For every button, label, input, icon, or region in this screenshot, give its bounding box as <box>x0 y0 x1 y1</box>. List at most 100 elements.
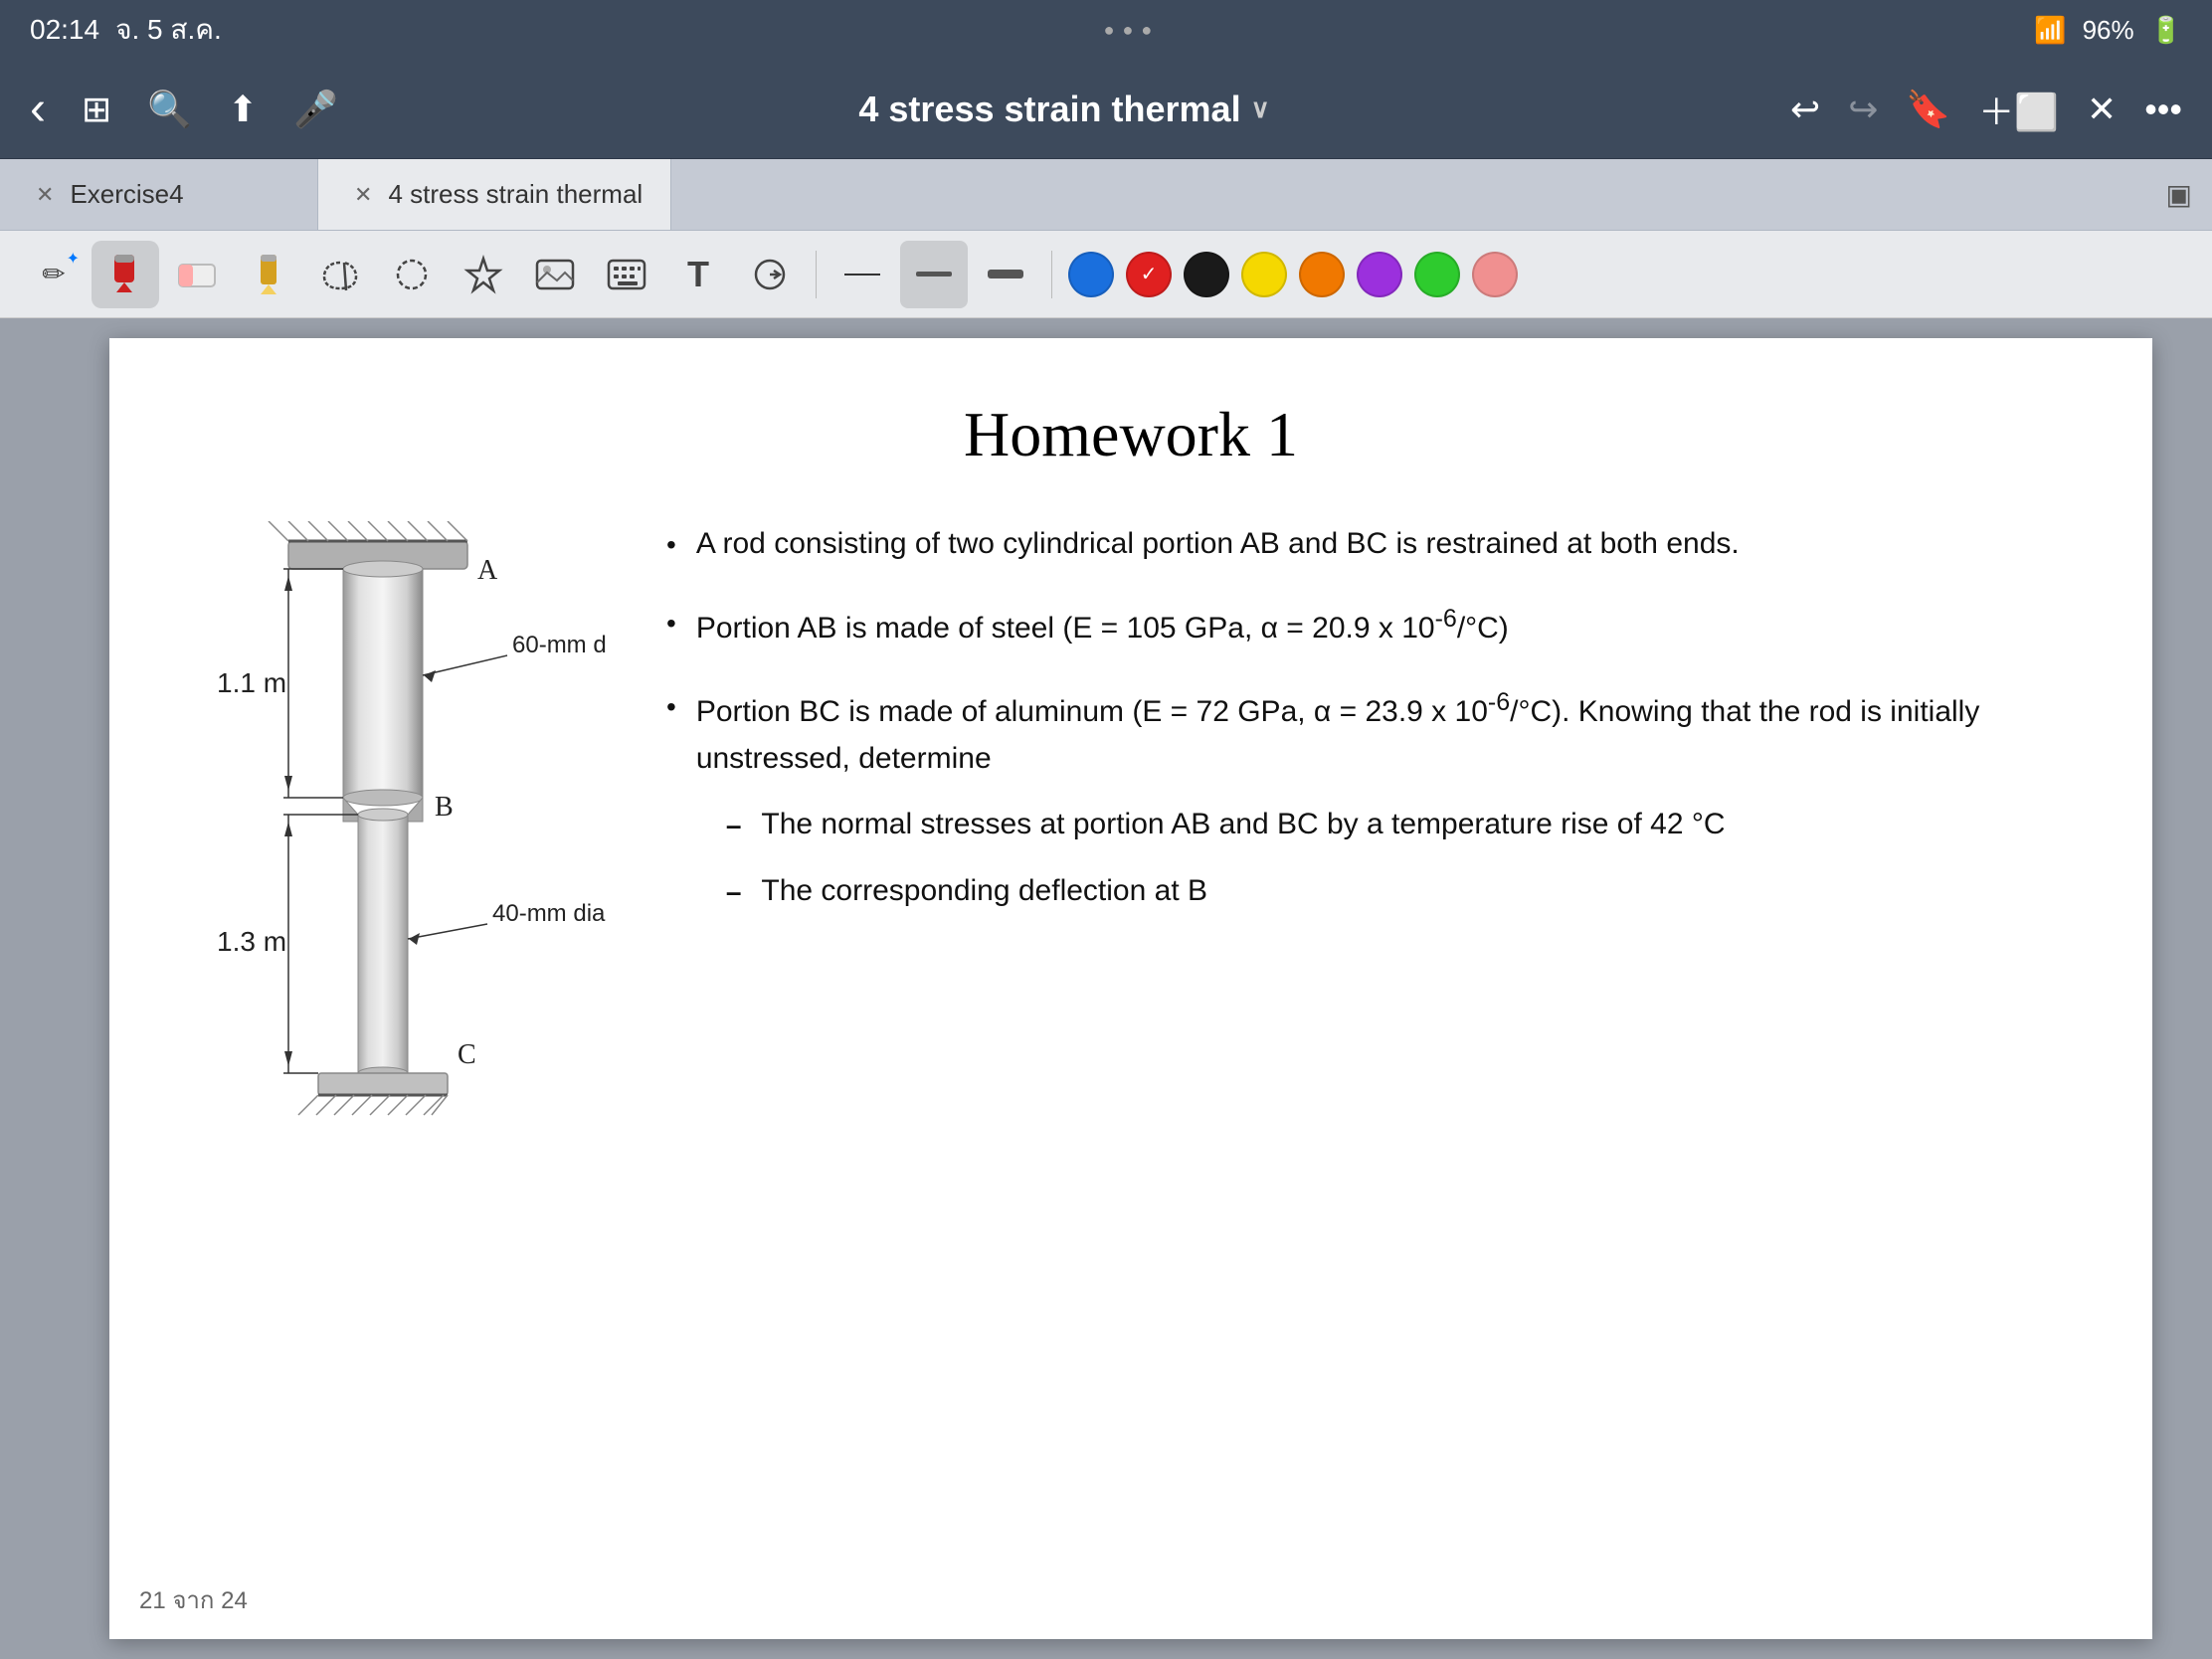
line-thin-button[interactable] <box>829 241 896 308</box>
tab-right-area: ▣ <box>671 159 2212 230</box>
svg-text:40-mm diameter: 40-mm diameter <box>492 900 607 927</box>
redo-button[interactable]: ↪ <box>1848 89 1878 130</box>
bullet-dot-2: • <box>666 602 676 652</box>
status-time: 02:14 <box>30 14 99 46</box>
circle-select-button[interactable] <box>378 241 446 308</box>
sticker-icon <box>750 255 790 294</box>
page-sidebar-left <box>0 318 109 1659</box>
keyboard-button[interactable] <box>593 241 660 308</box>
wifi-icon: 📶 <box>2034 15 2066 46</box>
sub-bullet-2: – The corresponding deflection at B <box>726 868 2073 915</box>
diagram-area: A <box>189 521 607 1143</box>
share-button[interactable]: ⬆ <box>228 89 258 130</box>
color-pink-button[interactable] <box>1472 252 1518 297</box>
doc-content: A <box>189 521 2073 1143</box>
page-number: 21 จาก 24 <box>139 1580 248 1619</box>
sub-text-1: The normal stresses at portion AB and BC… <box>761 802 1725 848</box>
add-page-button[interactable]: ＋⬜ <box>1978 84 2059 135</box>
page-sidebar-right <box>2152 318 2212 1659</box>
close-button[interactable]: ✕ <box>2087 89 2117 130</box>
status-right: 📶 96% 🔋 <box>2034 15 2182 46</box>
svg-text:1.1 m: 1.1 m <box>217 667 286 698</box>
color-purple-button[interactable] <box>1357 252 1402 297</box>
bullet-dot-1: • <box>666 523 676 568</box>
smart-pen-icon: ✏ <box>42 258 65 290</box>
lasso-button[interactable] <box>306 241 374 308</box>
image-icon <box>535 257 575 292</box>
line-medium-indicator <box>916 272 952 276</box>
keyboard-icon <box>607 259 646 290</box>
color-black-button[interactable] <box>1184 252 1229 297</box>
mic-button[interactable]: 🎤 <box>293 89 338 130</box>
sticker-button[interactable] <box>736 241 804 308</box>
pencil-button[interactable] <box>235 241 302 308</box>
tab-stress-strain[interactable]: ✕ 4 stress strain thermal <box>318 159 671 230</box>
search-button[interactable]: 🔍 <box>147 89 192 130</box>
sub-text-2: The corresponding deflection at B <box>761 868 1207 915</box>
color-yellow-button[interactable] <box>1241 252 1287 297</box>
main-area: Homework 1 <box>0 318 2212 1659</box>
tab-label-stress: 4 stress strain thermal <box>388 179 643 210</box>
more-button[interactable]: ••• <box>2144 89 2182 130</box>
dropdown-arrow[interactable]: ∨ <box>1251 93 1270 124</box>
separator-2 <box>1051 251 1052 298</box>
circle-select-icon <box>392 255 432 294</box>
tab-grid-icon[interactable]: ▣ <box>2166 178 2192 211</box>
bullet-text-1: A rod consisting of two cylindrical port… <box>696 521 2073 568</box>
battery-icon: 🔋 <box>2150 15 2182 46</box>
color-blue-button[interactable] <box>1068 252 1114 297</box>
svg-text:60-mm diameter: 60-mm diameter <box>512 632 607 658</box>
nav-left: ‹ ⊞ 🔍 ⬆ 🎤 <box>30 82 338 136</box>
sub-dash-1: – <box>726 804 742 848</box>
color-red-button[interactable]: ✓ <box>1126 252 1172 297</box>
document-title: Homework 1 <box>189 398 2073 471</box>
status-bar: 02:14 จ. 5 ส.ค. ● ● ● 📶 96% 🔋 <box>0 0 2212 60</box>
bullet-item-1: • A rod consisting of two cylindrical po… <box>666 521 2073 568</box>
bullet-text-2: Portion AB is made of steel (E = 105 GPa… <box>696 600 2073 652</box>
nav-center: 4 stress strain thermal ∨ <box>858 89 1269 130</box>
text-button[interactable]: T <box>664 241 732 308</box>
sub-bullet-1: – The normal stresses at portion AB and … <box>726 802 2073 848</box>
star-shape-icon <box>463 255 503 294</box>
text-content: • A rod consisting of two cylindrical po… <box>666 521 2073 956</box>
svg-text:1.3 m: 1.3 m <box>217 926 286 957</box>
pencil-icon <box>253 253 284 296</box>
separator-1 <box>816 251 817 298</box>
text-icon: T <box>687 254 709 295</box>
bullet-text-3: Portion BC is made of aluminum (E = 72 G… <box>696 683 2073 924</box>
grid-view-button[interactable]: ⊞ <box>82 89 111 130</box>
smart-pen-button[interactable]: ✏ ✦ <box>20 241 88 308</box>
tab-close-stress[interactable]: ✕ <box>354 182 372 208</box>
tab-exercise4[interactable]: ✕ Exercise4 <box>0 159 318 230</box>
svg-text:A: A <box>477 555 498 586</box>
eraser-button[interactable] <box>163 241 231 308</box>
nav-right: ↩ ↪ 🔖 ＋⬜ ✕ ••• <box>1790 84 2182 135</box>
document-page: Homework 1 <box>109 338 2152 1639</box>
bullet-dot-3: • <box>666 685 676 924</box>
status-center: ● ● ● <box>1104 20 1153 41</box>
color-orange-button[interactable] <box>1299 252 1345 297</box>
pen-icon <box>108 253 142 296</box>
battery-label: 96% <box>2083 15 2134 46</box>
line-thick-button[interactable] <box>972 241 1039 308</box>
tab-close-exercise4[interactable]: ✕ <box>36 182 54 208</box>
status-left: 02:14 จ. 5 ส.ค. <box>30 8 222 52</box>
image-button[interactable] <box>521 241 589 308</box>
bullet-item-2: • Portion AB is made of steel (E = 105 G… <box>666 600 2073 652</box>
lasso-icon <box>320 255 360 294</box>
color-green-button[interactable] <box>1414 252 1460 297</box>
back-button[interactable]: ‹ <box>30 82 46 136</box>
sub-dash-2: – <box>726 870 742 915</box>
bullet-item-3: • Portion BC is made of aluminum (E = 72… <box>666 683 2073 924</box>
bluetooth-icon: ✦ <box>67 249 80 269</box>
pen-button[interactable] <box>92 241 159 308</box>
document-title: 4 stress strain thermal <box>858 89 1240 130</box>
nav-bar: ‹ ⊞ 🔍 ⬆ 🎤 4 stress strain thermal ∨ ↩ ↪ … <box>0 60 2212 159</box>
line-thick-indicator <box>988 270 1023 278</box>
toolbar: ✏ ✦ <box>0 231 2212 318</box>
line-medium-button[interactable] <box>900 241 968 308</box>
tab-bar: ✕ Exercise4 ✕ 4 stress strain thermal ▣ <box>0 159 2212 231</box>
star-shape-button[interactable] <box>450 241 517 308</box>
bookmark-button[interactable]: 🔖 <box>1906 89 1950 130</box>
undo-button[interactable]: ↩ <box>1790 89 1820 130</box>
